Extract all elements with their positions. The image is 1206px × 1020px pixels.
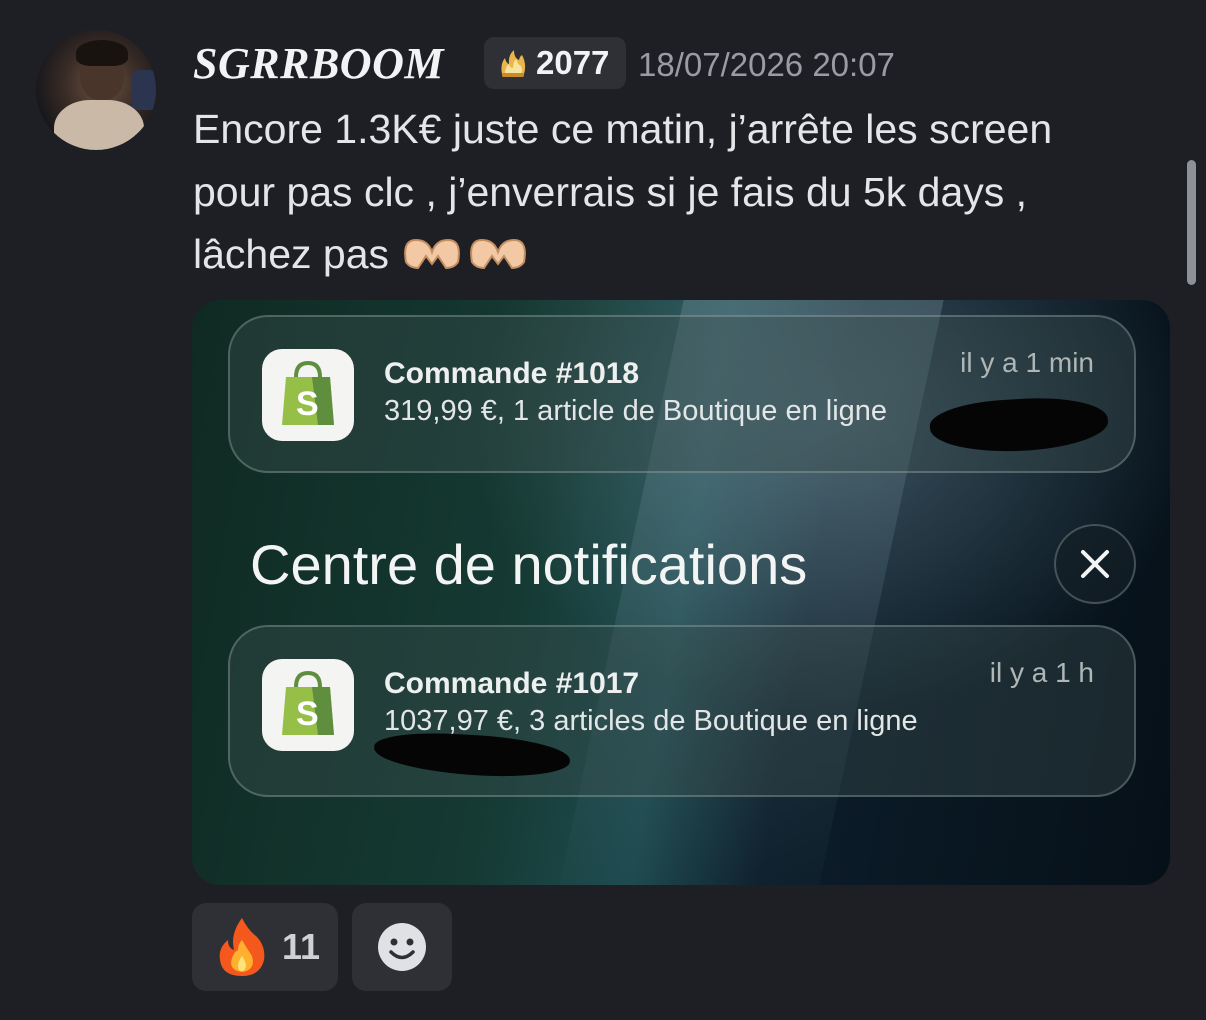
fire-icon (219, 918, 265, 976)
scrollbar-thumb[interactable] (1187, 160, 1196, 285)
notification-title: Commande #1017 (384, 667, 640, 700)
smiley-icon (378, 923, 426, 971)
add-reaction-button[interactable] (352, 903, 452, 991)
reaction-fire[interactable]: 11 (192, 903, 338, 991)
message-line: lâchez pas (193, 223, 1183, 286)
svg-text:S: S (296, 385, 319, 423)
notification-title: Commande #1018 (384, 357, 640, 390)
message-line: Encore 1.3K€ juste ce matin, j’arrête le… (193, 106, 1053, 152)
message-content: Encore 1.3K€ juste ce matin, j’arrête le… (193, 98, 1183, 286)
notification-card: S Commande #1018 319,99 €, 1 article de … (228, 315, 1136, 473)
user-avatar[interactable] (36, 30, 156, 150)
close-icon (1081, 550, 1109, 578)
image-attachment[interactable]: S Commande #1018 319,99 €, 1 article de … (192, 300, 1170, 885)
badge-count: 2077 (536, 44, 610, 81)
heart-hands-icon (404, 238, 527, 270)
notification-card: S Commande #1017 1037,97 €, 3 articles d… (228, 625, 1136, 797)
shopify-bag-icon: S (262, 659, 354, 751)
shopify-bag-icon: S (262, 349, 354, 441)
notification-time: il y a 1 h (989, 657, 1094, 688)
message-timestamp: 18/07/2026 20:07 (638, 46, 895, 83)
flame-crown-icon (501, 50, 526, 77)
reaction-count: 11 (282, 926, 321, 967)
notification-body: 1037,97 €, 3 articles de Boutique en lig… (384, 705, 918, 737)
notification-time: il y a 1 min (960, 347, 1094, 378)
notification-center-title: Centre de notifications (250, 533, 808, 596)
redaction-mark (928, 392, 1110, 458)
close-button[interactable] (1054, 524, 1136, 604)
svg-text:S: S (296, 695, 319, 733)
notification-body: 319,99 €, 1 article de Boutique en ligne (384, 395, 888, 427)
clan-badge[interactable]: 2077 (484, 37, 626, 89)
message-line: pour pas clc , j’enverrais si je fais du… (193, 168, 1028, 215)
author-username[interactable]: SGRRBOOM (193, 38, 444, 90)
